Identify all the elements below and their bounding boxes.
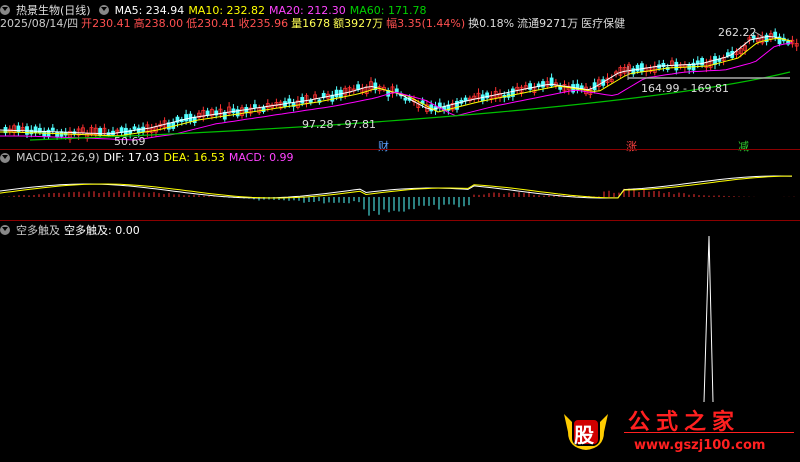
candle-body (50, 127, 55, 131)
high-pointer (754, 31, 766, 39)
range-label-lower: 97.28 - 97.81 (302, 118, 376, 131)
macd-chart[interactable] (0, 150, 800, 220)
candle-body (184, 114, 189, 122)
low-price-label: 50.69 (114, 135, 146, 148)
watermark-rule (624, 432, 794, 433)
watermark-logo: 股 (560, 408, 612, 452)
candle-body (252, 104, 257, 108)
candle-body (403, 97, 408, 101)
candle-body (773, 31, 778, 38)
candle-body (287, 98, 292, 104)
candle-body (674, 61, 679, 71)
candle-body (437, 102, 442, 108)
candle-body (192, 116, 197, 123)
candle-body (334, 89, 339, 98)
panel-divider-2 (0, 220, 800, 221)
candle-body (300, 97, 305, 104)
candle-body (98, 128, 102, 136)
candle-body (541, 81, 545, 88)
macd-histogram (3, 188, 795, 216)
high-price-label: 262.22 (718, 26, 757, 39)
candle-body (640, 63, 644, 72)
candle-body (132, 126, 137, 130)
candle-body (635, 64, 640, 72)
watermark-url: www.gszj100.com (634, 438, 766, 453)
indicator-spike (703, 235, 714, 403)
range-label-upper: 164.99 - 169.81 (641, 82, 729, 95)
candle-body (394, 88, 399, 93)
candle-body (42, 130, 47, 137)
price-chart[interactable] (0, 0, 800, 148)
candle-body (136, 127, 141, 134)
watermark-logo-char: 股 (574, 423, 594, 447)
candle-body (308, 99, 313, 103)
